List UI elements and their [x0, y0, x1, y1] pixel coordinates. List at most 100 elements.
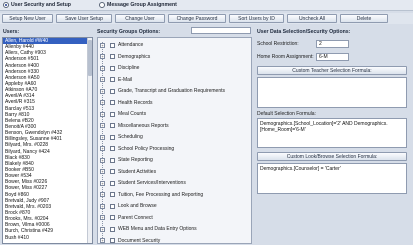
security-group-item[interactable]: + School Policy Processing [98, 143, 251, 155]
security-group-item[interactable]: + Parent Connect [98, 212, 251, 224]
security-group-item[interactable]: + Miscellaneous Reports [98, 120, 251, 132]
mode-option-label: User Security and Setup [11, 2, 71, 8]
security-group-item[interactable]: + Discipline [98, 62, 251, 74]
checkbox[interactable] [110, 42, 115, 48]
home-room-input[interactable]: 6-M [316, 53, 349, 61]
checkbox[interactable] [110, 215, 115, 220]
security-groups-header: Security Groups Options: [97, 29, 161, 35]
security-group-item[interactable]: + Tuition, Fee Processing and Reporting [98, 189, 251, 201]
checkbox[interactable] [110, 100, 115, 105]
expand-icon[interactable]: + [100, 215, 105, 220]
security-group-item[interactable]: + Health Records [98, 97, 251, 109]
security-group-item[interactable]: + Meal Counts [98, 108, 251, 120]
security-group-item[interactable]: + WEB Menu and Data Entry Options [98, 223, 251, 235]
expand-icon[interactable]: + [100, 123, 105, 128]
checkbox[interactable] [110, 238, 115, 243]
security-group-label: Meal Counts [118, 111, 147, 117]
security-groups-filter-input[interactable] [191, 27, 251, 34]
scrollbar-thumb[interactable] [88, 40, 92, 76]
user-list-item[interactable]: Bush #410 [3, 235, 92, 241]
expand-icon[interactable]: + [100, 77, 105, 82]
security-group-label: Discipline [118, 65, 140, 71]
security-group-item[interactable]: + Document Security [98, 235, 251, 244]
checkbox[interactable] [110, 65, 115, 71]
custom-look-browse-button[interactable]: Custom Look/Browse Selection Formula: [257, 152, 407, 161]
users-header: Users: [3, 29, 20, 35]
custom-look-browse-field[interactable]: Demographics.[Counselor] = 'Carter' [257, 163, 407, 194]
checkbox[interactable] [110, 54, 115, 59]
delete-button[interactable]: Delete [340, 14, 388, 23]
change-user-button[interactable]: Change User [115, 14, 165, 23]
expand-icon[interactable]: + [100, 146, 105, 151]
checkbox[interactable] [110, 169, 115, 174]
expand-icon[interactable]: + [100, 88, 105, 94]
change-password-button[interactable]: Change Password [168, 14, 226, 23]
expand-icon[interactable]: + [100, 238, 105, 243]
save-user-setup-button[interactable]: Save User Setup [56, 14, 112, 23]
security-group-item[interactable]: + Look and Browse [98, 200, 251, 212]
expand-icon[interactable]: + [100, 226, 105, 232]
custom-teacher-formula-field[interactable] [257, 77, 407, 108]
security-group-label: Parent Connect [118, 214, 153, 221]
expand-icon[interactable]: + [100, 111, 105, 117]
mode-option-label: Message Group Assignment [107, 2, 177, 8]
security-group-label: Grade, Transcript and Graduation Require… [118, 88, 225, 94]
security-group-label: Student Activities [118, 168, 157, 175]
checkbox[interactable] [110, 146, 115, 151]
security-group-label: Demographics [118, 53, 151, 60]
checkbox[interactable] [110, 157, 115, 163]
expand-icon[interactable]: + [100, 54, 105, 59]
expand-icon[interactable]: + [100, 134, 105, 140]
uncheck-all-button[interactable]: Uncheck All [287, 14, 337, 23]
radio-unselected-icon[interactable] [99, 2, 105, 8]
security-group-label: Miscellaneous Reports [118, 122, 169, 129]
security-group-label: Look and Browse [118, 203, 157, 209]
sort-users-button[interactable]: Sort Users by ID [229, 14, 284, 23]
expand-icon[interactable]: + [100, 157, 105, 163]
checkbox[interactable] [110, 203, 115, 209]
security-group-label: School Policy Processing [118, 145, 175, 152]
setup-new-user-button[interactable]: Setup New User [2, 14, 53, 23]
checkbox[interactable] [110, 226, 115, 232]
default-formula-field[interactable]: Demographics.[School_Location]='2' AND D… [257, 118, 407, 148]
expand-icon[interactable]: + [100, 42, 105, 48]
expand-icon[interactable]: + [100, 192, 105, 197]
security-group-label: Tuition, Fee Processing and Reporting [118, 191, 204, 198]
radio-selected-icon[interactable] [3, 2, 9, 8]
security-groups-tree: + Attendance + Demographics + Discipline + E-Ma… [97, 37, 252, 244]
security-group-item[interactable]: + Grade, Transcript and Graduation Requir… [98, 85, 251, 97]
security-group-item[interactable]: + Student Services/Interventions [98, 177, 251, 189]
toolbar: Setup New User Save User Setup Change Us… [0, 13, 413, 24]
checkbox[interactable] [110, 111, 115, 117]
users-list[interactable]: Allen, Harold #W40 Allenby #440 Allers, Ca… [2, 37, 93, 244]
security-group-item[interactable]: + Student Activities [98, 166, 251, 178]
custom-teacher-formula-button[interactable]: Custom Teacher Selection Formula: [257, 66, 407, 75]
users-scrollbar[interactable] [87, 38, 92, 243]
school-restriction-input[interactable]: 2 [316, 40, 349, 48]
checkbox[interactable] [110, 180, 115, 186]
expand-icon[interactable]: + [100, 180, 105, 186]
checkbox[interactable] [110, 123, 115, 128]
security-group-item[interactable]: + Attendance [98, 39, 251, 51]
data-selection-header: User Data Selection/Security Options: [257, 29, 351, 35]
expand-icon[interactable]: + [100, 203, 105, 209]
checkbox[interactable] [110, 88, 115, 94]
checkbox[interactable] [110, 192, 115, 197]
mode-option-user-security[interactable]: User Security and Setup [3, 2, 71, 8]
checkbox[interactable] [110, 134, 115, 140]
expand-icon[interactable]: + [100, 65, 105, 71]
security-group-label: Student Services/Interventions [118, 180, 186, 186]
security-group-label: E-Mail [118, 76, 133, 83]
security-group-item[interactable]: + Demographics [98, 51, 251, 63]
security-group-label: Health Records [118, 99, 153, 106]
mode-option-message-group[interactable]: Message Group Assignment [99, 2, 177, 8]
checkbox[interactable] [110, 77, 115, 82]
security-group-item[interactable]: + E-Mail [98, 74, 251, 86]
expand-icon[interactable]: + [100, 169, 105, 174]
security-group-item[interactable]: + State Reporting [98, 154, 251, 166]
security-group-label: Document Security [118, 237, 161, 244]
security-group-label: WEB Menu and Data Entry Options [118, 226, 197, 232]
default-formula-label: Default Selection Formula: [257, 111, 316, 117]
expand-icon[interactable]: + [100, 100, 105, 105]
security-group-item[interactable]: + Scheduling [98, 131, 251, 143]
